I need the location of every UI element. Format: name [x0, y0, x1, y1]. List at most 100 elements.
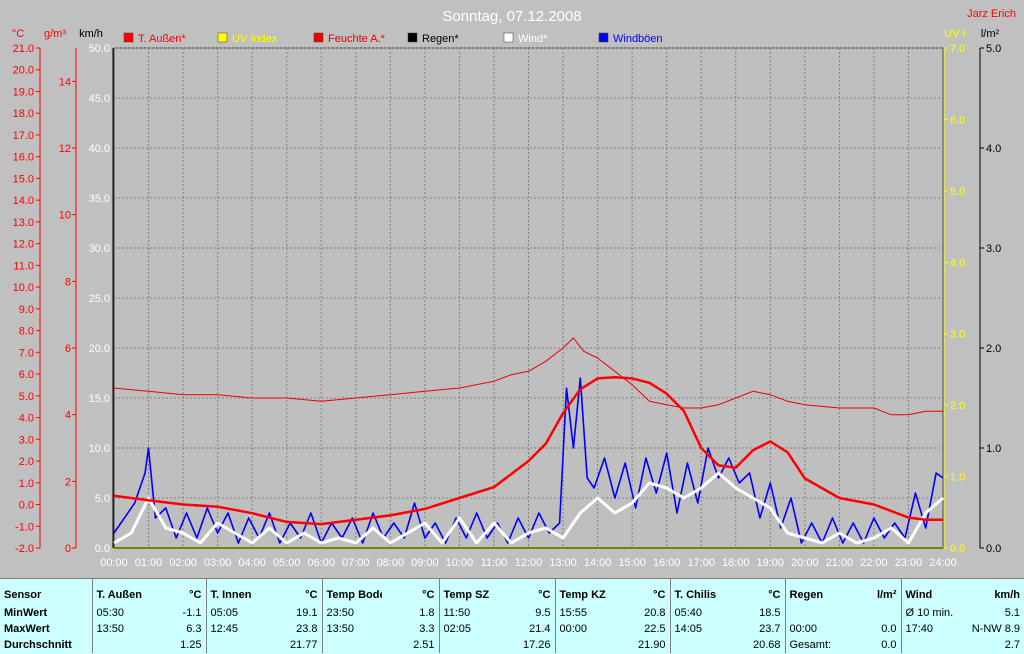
weather-chart: Sonntag, 07.12.2008 Jarz Erich °C g/m³ km/h U… [0, 0, 1024, 578]
min-time: 05:05 [210, 607, 239, 619]
gm3-tick-label: 2 [65, 476, 71, 488]
legend-swatch [217, 32, 228, 43]
min-time: 23:50 [326, 607, 355, 619]
min-time [785, 605, 843, 621]
avg-label: Gesamt: [789, 639, 832, 651]
min-value: 18.5 [730, 605, 786, 621]
celsius-tick-label: 16.0 [13, 152, 34, 164]
x-tick-label: 12:00 [515, 557, 543, 569]
lm2-tick-label: 2.0 [986, 343, 1001, 355]
x-tick-label: 23:00 [895, 557, 923, 569]
min-value: 19.1 [264, 605, 323, 621]
x-tick-label: 09:00 [411, 557, 439, 569]
col-unit: l/m² [843, 579, 902, 605]
lm2-tick-label: 3.0 [986, 243, 1001, 255]
x-tick-label: 14:00 [584, 557, 612, 569]
x-tick-label: 21:00 [826, 557, 854, 569]
col-name: Wind [905, 589, 933, 601]
uvi-tick-label: 1.0 [950, 472, 965, 484]
col-unit: °C [730, 579, 786, 605]
min-value: 20.8 [615, 605, 671, 621]
min-value [843, 605, 902, 621]
uvi-axis-unit: UV-I [944, 28, 965, 40]
avg-value: 20.68 [730, 637, 786, 653]
col-unit: °C [497, 579, 556, 605]
x-tick-label: 10:00 [446, 557, 474, 569]
x-tick-label: 19:00 [757, 557, 785, 569]
gm3-tick-label: 4 [65, 410, 71, 422]
lm2-tick-label: 4.0 [986, 143, 1001, 155]
x-tick-label: 20:00 [791, 557, 819, 569]
lm2-axis-unit: l/m² [981, 28, 1000, 40]
statistics-table-panel: Sensor T. Außen °C T. Innen °C Temp Bode… [0, 578, 1024, 654]
min-value: 1.8 [382, 605, 440, 621]
max-value: 6.3 [150, 621, 207, 637]
max-value: N-NW 8.9 [971, 623, 1020, 635]
avg-blank [322, 637, 382, 653]
statistics-table: Sensor T. Außen °C T. Innen °C Temp Bode… [0, 579, 1024, 653]
x-tick-label: 08:00 [377, 557, 405, 569]
legend-label: Wind* [518, 33, 548, 45]
celsius-tick-label: 15.0 [13, 173, 34, 185]
gm3-tick-label: 14 [59, 76, 71, 88]
kmh-tick-label: 5.0 [95, 493, 110, 505]
avg-blank [901, 637, 961, 653]
col-name: Temp Boden [326, 589, 383, 601]
lm2-tick-label: 5.0 [986, 43, 1001, 55]
legend-label: Windböen [613, 33, 663, 45]
legend-swatch [313, 32, 324, 43]
max-time: 13:50 [326, 623, 355, 635]
x-tick-label: 17:00 [687, 557, 715, 569]
max-time: 13:50 [96, 623, 125, 635]
x-tick-label: 11:00 [481, 557, 508, 569]
col-unit: °C [150, 579, 207, 605]
col-unit: °C [382, 579, 440, 605]
x-tick-label: 02:00 [169, 557, 197, 569]
celsius-tick-label: 7.0 [19, 347, 34, 359]
kmh-axis-unit: km/h [79, 28, 103, 40]
min-value: 9.5 [497, 605, 556, 621]
celsius-tick-label: 1.0 [19, 478, 34, 490]
kmh-tick-label: 45.0 [89, 93, 110, 105]
celsius-tick-label: 11.0 [13, 260, 34, 272]
avg-value: 17.26 [497, 637, 556, 653]
avg-value: 2.7 [1004, 639, 1020, 651]
kmh-tick-label: 10.0 [89, 443, 110, 455]
legend-label: Regen* [422, 33, 459, 45]
col-unit: °C [615, 579, 671, 605]
max-value: 23.8 [264, 621, 323, 637]
min-time: 11:50 [443, 607, 471, 619]
legend-swatch [503, 32, 514, 43]
min-time: Ø 10 min. [905, 607, 954, 619]
kmh-tick-label: 40.0 [89, 143, 110, 155]
gm3-tick-label: 8 [65, 276, 71, 288]
row-label-max: MaxWert [0, 621, 93, 637]
kmh-tick-label: 15.0 [89, 393, 110, 405]
gm3-tick-label: 0 [65, 543, 71, 555]
celsius-tick-label: 10.0 [13, 282, 34, 294]
legend-swatch [598, 32, 609, 43]
row-label-min: MinWert [0, 605, 93, 621]
celsius-tick-label: 9.0 [19, 304, 34, 316]
max-time: 00:00 [789, 623, 818, 635]
col-name: T. Außen [96, 589, 142, 601]
celsius-tick-label: 19.0 [13, 86, 34, 98]
author-label: Jarz Erich [967, 8, 1016, 20]
avg-value: 21.90 [615, 637, 671, 653]
x-tick-label: 01:00 [135, 557, 163, 569]
uvi-tick-label: 6.0 [950, 114, 965, 126]
row-label-sensor: Sensor [0, 579, 93, 605]
col-name: Temp KZ [559, 589, 606, 601]
avg-value: 1.25 [150, 637, 207, 653]
gm3-tick-label: 6 [65, 343, 71, 355]
celsius-tick-label: 14.0 [13, 195, 34, 207]
celsius-tick-label: 20.0 [13, 65, 34, 77]
celsius-tick-label: 5.0 [19, 391, 34, 403]
kmh-tick-label: 30.0 [89, 243, 110, 255]
x-tick-label: 24:00 [929, 557, 957, 569]
max-time: 12:45 [210, 623, 239, 635]
x-tick-label: 07:00 [342, 557, 370, 569]
x-tick-label: 04:00 [238, 557, 266, 569]
col-name: Temp SZ [443, 589, 490, 601]
avg-value: 0.0 [843, 637, 902, 653]
